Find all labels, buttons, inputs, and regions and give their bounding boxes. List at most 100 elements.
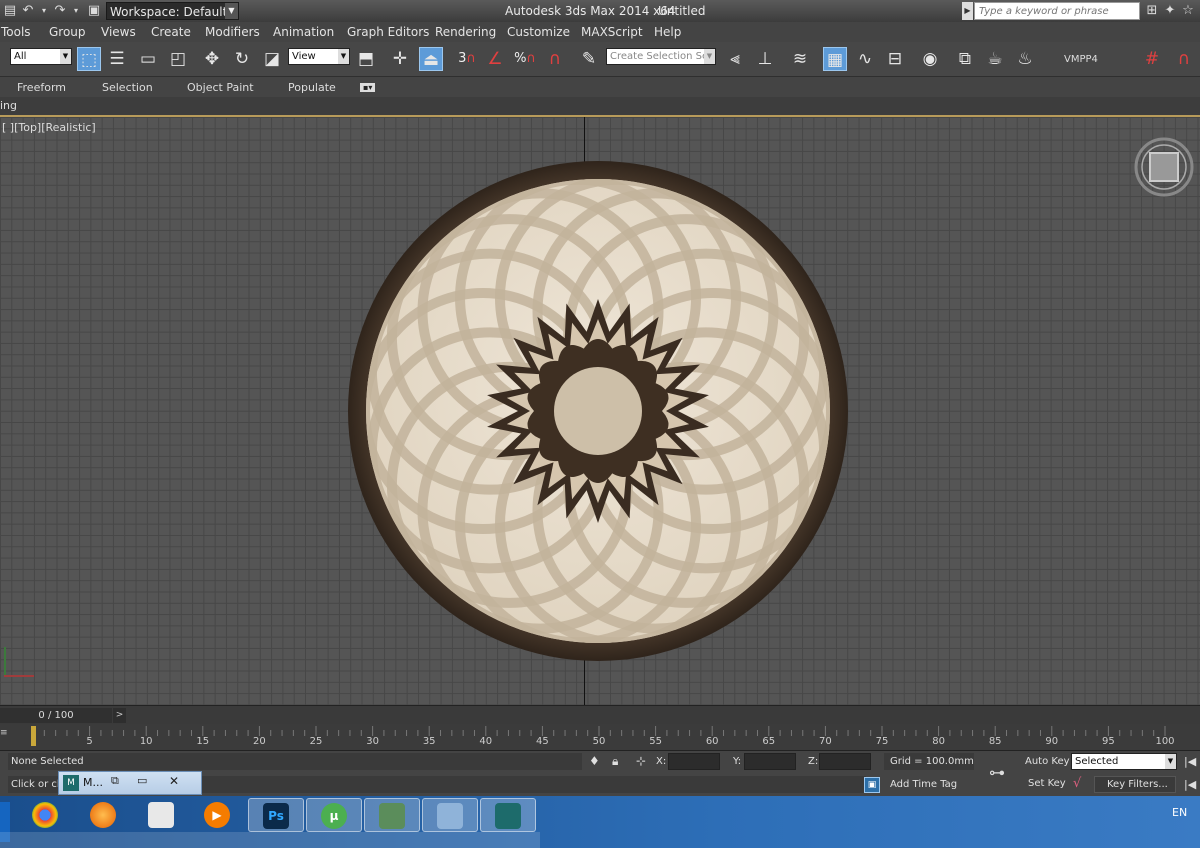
time-tag-icon[interactable]: ▣ <box>864 777 880 793</box>
menu-maxscript[interactable]: MAXScript <box>581 25 643 39</box>
edit-named-selection-icon[interactable]: ✎ <box>577 47 601 71</box>
tick-label: 55 <box>649 736 662 747</box>
favorites-icon[interactable]: ☆ <box>1180 3 1196 19</box>
key-filters-button[interactable]: Key Filters... <box>1094 776 1176 793</box>
window-crossing-icon[interactable]: ◰ <box>166 47 190 71</box>
search-input[interactable]: Type a keyword or phrase <box>974 2 1140 20</box>
taskbar-thumbnail-popup[interactable]: M M... ⧉ ▭ ✕ <box>58 771 202 795</box>
menu-help[interactable]: Help <box>654 25 681 39</box>
keyboard-shortcut-override-button[interactable]: ⏏ <box>419 47 443 71</box>
taskbar-media-player[interactable]: ▶ <box>190 798 246 832</box>
viewport-label[interactable]: [ ][Top][Realistic] <box>2 121 96 134</box>
render-setup-icon[interactable]: ⧉ <box>953 47 977 71</box>
y-coordinate-field[interactable] <box>744 753 796 770</box>
menu-rendering[interactable]: Rendering <box>435 25 496 39</box>
time-slider[interactable]: 0 / 100 > <box>0 705 1200 725</box>
select-object-button[interactable]: ⬚ <box>77 47 101 71</box>
align-icon[interactable]: ⊥ <box>753 47 777 71</box>
taskbar-computer[interactable] <box>422 798 478 832</box>
taskbar-network[interactable] <box>364 798 420 832</box>
menu-create[interactable]: Create <box>151 25 191 39</box>
scale-icon[interactable]: ◪ <box>260 47 284 71</box>
select-by-name-icon[interactable]: ☰ <box>105 47 129 71</box>
language-indicator[interactable]: EN <box>1172 806 1187 819</box>
percent-snap-button[interactable]: %∩ <box>513 47 537 71</box>
schematic-view-icon[interactable]: ⊟ <box>883 47 907 71</box>
viewport-top[interactable]: [ ][Top][Realistic] <box>0 117 1200 705</box>
tab-populate[interactable]: Populate <box>288 81 336 94</box>
restore-icon[interactable]: ⧉ <box>111 774 119 788</box>
lock-icon[interactable]: 🔒︎ <box>612 754 618 769</box>
ribbon-toggle-button[interactable]: ▦ <box>823 47 847 71</box>
reference-coordinate-dropdown[interactable]: View ▼ <box>288 48 350 65</box>
set-key-button[interactable]: Set Key <box>1028 778 1066 789</box>
named-selection-set-dropdown[interactable]: Create Selection Se ▼ <box>606 48 716 65</box>
key-tangent-icon[interactable]: √ <box>1073 776 1081 791</box>
taskbar-utorrent[interactable]: µ <box>306 798 362 832</box>
tab-freeform[interactable]: Freeform <box>17 81 66 94</box>
layer-manager-icon[interactable]: ≋ <box>788 47 812 71</box>
tab-selection[interactable]: Selection <box>102 81 153 94</box>
curve-editor-icon[interactable]: ∿ <box>853 47 877 71</box>
menu-customize[interactable]: Customize <box>507 25 570 39</box>
next-frame-button[interactable]: > <box>113 708 126 723</box>
key-icon[interactable]: ⊶ <box>989 763 1005 782</box>
close-icon[interactable]: ✕ <box>169 774 179 788</box>
workspace-dropdown[interactable]: Workspace: Default ▼ <box>106 2 239 20</box>
subscription-icon[interactable]: ✦ <box>1162 3 1178 19</box>
menu-modifiers[interactable]: Modifiers <box>205 25 260 39</box>
move-icon[interactable]: ✥ <box>200 47 224 71</box>
taskbar-3dsmax[interactable] <box>480 798 536 832</box>
selection-filter-dropdown[interactable]: All ▼ <box>10 48 72 65</box>
menu-views[interactable]: Views <box>101 25 136 39</box>
taskbar-calculator[interactable] <box>134 798 190 832</box>
ribbon-options-icon[interactable]: ▪▾ <box>360 83 376 92</box>
material-editor-icon[interactable]: ◉ <box>918 47 942 71</box>
menu-graph-editors[interactable]: Graph Editors <box>347 25 429 39</box>
snaps-toggle-button[interactable]: 3∩ <box>455 47 479 71</box>
viewcube-icon[interactable] <box>1134 137 1194 197</box>
marble-medallion[interactable] <box>348 161 848 661</box>
spinner-snap-icon[interactable]: ∩ <box>543 47 567 71</box>
render-production-icon[interactable]: ♨ <box>1013 47 1037 71</box>
taskbar-firefox[interactable] <box>76 798 132 832</box>
tick-label: 20 <box>253 736 266 747</box>
maximize-icon[interactable]: ▭ <box>137 774 147 787</box>
isolate-icon[interactable]: ♦ <box>589 754 600 768</box>
chevron-down-icon: ▼ <box>704 49 715 64</box>
undo-icon[interactable]: ↶ <box>20 3 36 19</box>
taskbar-chrome[interactable] <box>18 798 74 832</box>
frame-counter[interactable]: 0 / 100 <box>0 708 112 723</box>
menu-group[interactable]: Group <box>49 25 86 39</box>
undo-dropdown-icon[interactable]: ▾ <box>36 3 52 19</box>
redo-dropdown-icon[interactable]: ▾ <box>68 3 84 19</box>
menu-animation[interactable]: Animation <box>273 25 334 39</box>
key-mode-toggle-icon[interactable]: |◀ <box>1184 778 1196 791</box>
binoculars-icon[interactable]: ⊞ <box>1144 3 1160 19</box>
z-coordinate-field[interactable] <box>819 753 871 770</box>
menu-tools[interactable]: Tools <box>1 25 31 39</box>
key-mode-dropdown[interactable]: Selected ▼ <box>1071 753 1177 770</box>
taskbar-photoshop[interactable]: Ps <box>248 798 304 832</box>
manipulate-icon[interactable]: ✛ <box>388 47 412 71</box>
snap-grid-icon[interactable]: # <box>1140 47 1164 71</box>
add-time-tag-button[interactable]: Add Time Tag <box>890 779 957 790</box>
go-to-start-icon[interactable]: |◀ <box>1184 755 1196 768</box>
vmpp4-label[interactable]: VMPP4 <box>1064 54 1098 65</box>
track-bar[interactable]: ≡ 5 10 15 20 25 30 35 40 45 50 55 60 65 70 75 80 85 90 95 1… <box>0 724 1200 750</box>
save-icon[interactable]: ▤ <box>2 3 18 19</box>
snap-toggle-extra-icon[interactable]: ∩ <box>1172 47 1196 71</box>
search-expand-icon[interactable]: ▶ <box>962 2 973 20</box>
rendered-frame-icon[interactable]: ☕ <box>983 47 1007 71</box>
tab-object-paint[interactable]: Object Paint <box>187 81 254 94</box>
redo-icon[interactable]: ↷ <box>52 3 68 19</box>
auto-key-button[interactable]: Auto Key <box>1025 756 1070 767</box>
mirror-icon[interactable]: ⫷ <box>723 47 747 71</box>
angle-snap-icon[interactable]: ∠ <box>483 47 507 71</box>
absolute-mode-icon[interactable]: ⊹ <box>636 754 646 768</box>
rectangular-selection-icon[interactable]: ▭ <box>136 47 160 71</box>
x-coordinate-field[interactable] <box>668 753 720 770</box>
rotate-icon[interactable]: ↻ <box>230 47 254 71</box>
project-folder-icon[interactable]: ▣ <box>86 3 102 19</box>
pivot-center-icon[interactable]: ⬒ <box>354 47 378 71</box>
